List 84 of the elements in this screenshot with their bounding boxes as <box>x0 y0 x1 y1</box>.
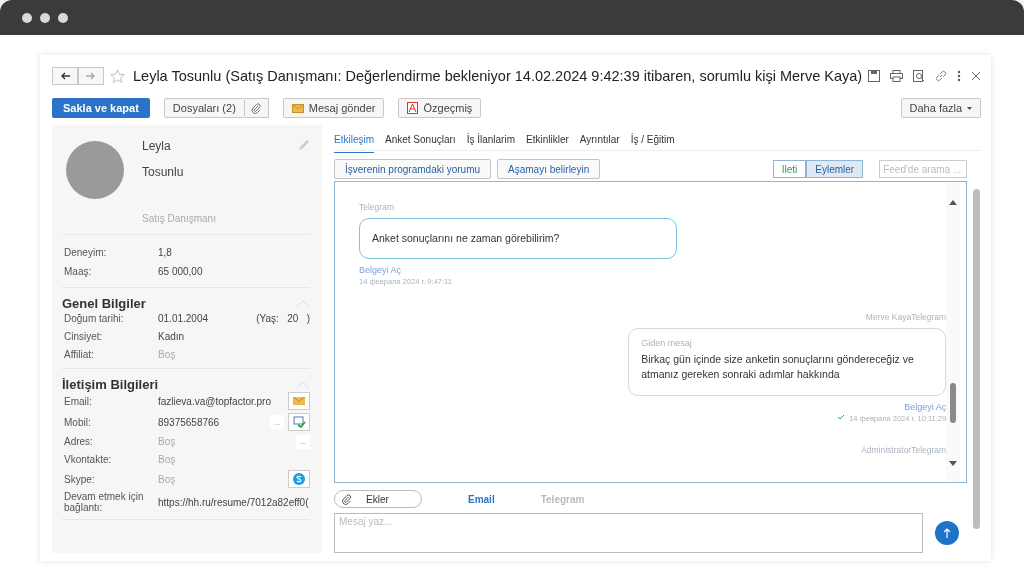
field-label: Email: <box>64 395 93 407</box>
call-button[interactable] <box>288 413 310 431</box>
field-label: Cinsiyet: <box>64 331 104 342</box>
save-close-button[interactable]: Sakla ve kapat <box>52 98 150 118</box>
sender-text: Merve KayaTelegram <box>865 312 947 323</box>
sender-text: AdministratorTelegram <box>861 444 947 455</box>
field-label: Devam etmek için bağlantı: <box>64 491 145 513</box>
view-toggle-button[interactable]: Eylemler <box>806 160 864 178</box>
field-value: 89375658766 <box>158 416 221 428</box>
more-button[interactable]: ... <box>270 415 284 429</box>
email-button[interactable] <box>288 392 310 410</box>
arrow-right-icon <box>86 72 96 80</box>
field-value: https://hh.ru/resume/7012a82eff0( <box>158 496 310 508</box>
feed-action-button[interactable]: İşverenin programdaki yorumu <box>334 159 492 179</box>
window-title: Leyla Tosunlu (Satış Danışmanı: Değerlendirme bekleniyor 14.02.2024 9:42:39 itibaren, sorumlu kişi Merve Kaya) <box>133 68 863 84</box>
field-value: fazlieva.va@topfactor.pro <box>158 395 272 407</box>
tab[interactable]: Etkinlikler <box>526 131 569 153</box>
field-label: Mobil: <box>64 416 92 428</box>
channel-tab[interactable]: Email <box>468 493 495 505</box>
skype-button[interactable] <box>288 470 310 488</box>
field-value: 01.01.2004 <box>158 313 210 324</box>
message-text: Birkaç gün içinde size anketin sonuçlarını göndereceğiz ve atmanız gereken sonraki adımlar hakkında <box>641 353 914 381</box>
chevron-up-icon <box>296 380 310 389</box>
field-value: Boş <box>158 454 177 465</box>
paperclip-icon <box>251 102 262 114</box>
caret-icon <box>967 106 973 110</box>
send-message-button[interactable]: Mesaj gönder <box>282 98 385 118</box>
field-value: 65 000,00 <box>158 266 204 277</box>
field-value: Kadın <box>158 331 186 342</box>
position-text: Satış Danışmanı <box>142 213 217 224</box>
section-title: Genel Bilgiler <box>62 296 146 311</box>
last-name: Tosunlu <box>142 165 185 179</box>
send-button[interactable] <box>935 521 960 545</box>
message-label: Giden mesaj <box>641 337 693 351</box>
message-input[interactable]: Mesaj yaz... <box>334 513 924 553</box>
back-button[interactable] <box>52 67 78 85</box>
tab[interactable]: Etkileşim <box>334 131 374 153</box>
view-toggle-button[interactable]: Ileti <box>772 160 807 178</box>
sender-text: Telegram <box>359 202 394 212</box>
section-title: İletişim Bilgileri <box>62 377 159 392</box>
tab[interactable]: Ayrıntılar <box>579 131 620 153</box>
field-label: Skype: <box>64 473 96 485</box>
field-value: Boş <box>158 473 177 485</box>
message-bubble: Anket sonuçlarını ne zaman görebilirim? <box>359 218 677 260</box>
resume-button[interactable]: Özgeçmiş <box>398 98 482 118</box>
phone-icon <box>292 416 306 428</box>
skype-icon <box>293 473 305 485</box>
arrow-left-icon <box>60 72 70 80</box>
star-icon[interactable] <box>110 68 125 84</box>
files-button[interactable]: Dosyaları (2) <box>163 98 245 118</box>
scroll-down-icon[interactable] <box>949 461 958 466</box>
feed-action-button[interactable]: Aşamayı belirleyin <box>497 159 601 179</box>
field-value: Boş <box>158 436 177 447</box>
close-icon[interactable] <box>971 71 982 81</box>
field-label: Deneyim: <box>64 247 108 258</box>
more-button[interactable]: ... <box>296 434 310 449</box>
envelope-icon <box>291 103 304 113</box>
scroll-up-icon[interactable] <box>949 200 958 205</box>
more-vertical-icon[interactable] <box>957 70 962 82</box>
first-name: Leyla <box>142 139 171 153</box>
field-label: Maaş: <box>64 266 93 277</box>
field-value: Boş <box>158 349 177 360</box>
attachments-button[interactable]: Ekler <box>334 490 422 508</box>
save-icon[interactable] <box>868 70 881 82</box>
print-icon[interactable] <box>890 70 904 82</box>
field-label: Doğum tarihi: <box>64 313 125 324</box>
tab[interactable]: Anket Sonuçları <box>385 131 456 153</box>
attach-button[interactable] <box>244 98 269 118</box>
field-value: 1,8 <box>158 247 173 258</box>
chevron-up-icon <box>296 299 310 308</box>
more-dropdown[interactable]: Daha fazla <box>900 98 982 118</box>
age-text: (Yaş: 20 ) <box>256 313 310 324</box>
tab[interactable]: İş İlanlarim <box>466 131 515 153</box>
paperclip-icon <box>341 493 352 505</box>
field-label: Affiliat: <box>64 349 95 360</box>
field-label: Vkontakte: <box>64 454 113 465</box>
arrow-up-icon <box>943 528 952 538</box>
document-icon <box>407 102 419 114</box>
preview-icon[interactable] <box>913 70 926 82</box>
field-label: Adres: <box>64 436 94 447</box>
feed-search-field[interactable]: Feed'de arama ... <box>879 160 968 178</box>
link-icon[interactable] <box>935 70 948 82</box>
envelope-icon <box>293 397 305 405</box>
tab[interactable]: İş / Eğitim <box>630 131 675 153</box>
